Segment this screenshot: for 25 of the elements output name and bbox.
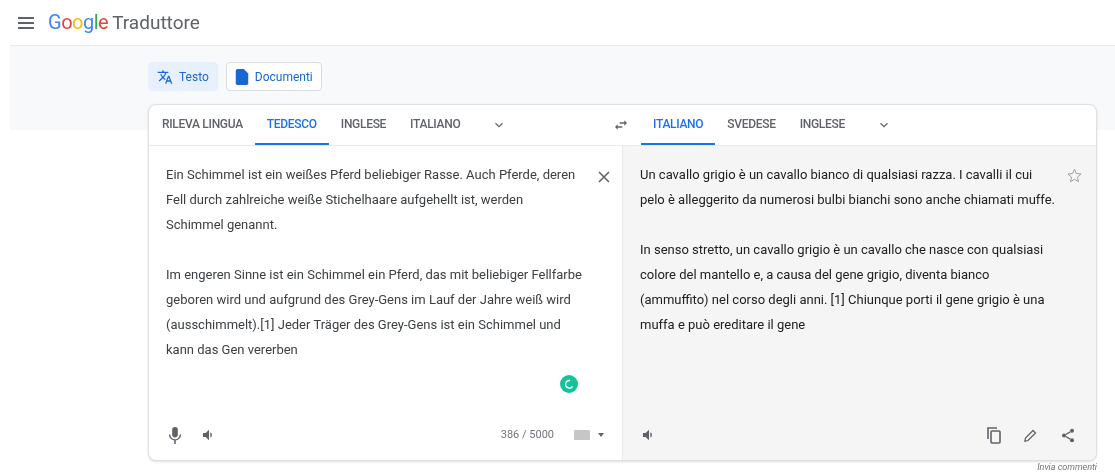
app-title: Traduttore bbox=[112, 10, 200, 37]
share-icon[interactable] bbox=[1060, 426, 1076, 444]
logo: Google bbox=[48, 9, 109, 37]
character-count: 386 / 5000 bbox=[500, 426, 554, 443]
close-icon[interactable] bbox=[598, 171, 610, 183]
language-tab[interactable]: SVEDESE bbox=[715, 105, 788, 145]
language-tab[interactable]: TEDESCO bbox=[254, 105, 329, 145]
menu-icon[interactable] bbox=[18, 16, 34, 29]
pencil-icon[interactable] bbox=[1023, 427, 1038, 443]
translate-icon bbox=[157, 68, 173, 85]
copy-icon[interactable] bbox=[987, 426, 1001, 444]
moon-icon bbox=[564, 379, 574, 389]
language-tab[interactable]: ITALIANO bbox=[398, 105, 473, 145]
document-icon bbox=[234, 68, 249, 85]
mode-button[interactable]: Testo bbox=[148, 62, 218, 91]
language-tab[interactable]: INGLESE bbox=[787, 105, 857, 145]
star-icon[interactable] bbox=[1067, 168, 1082, 183]
language-tab[interactable]: INGLESE bbox=[328, 105, 399, 145]
source-text-input[interactable]: Ein Schimmel ist ein weißes Pferd beliebiger Rasse. Auch Pferde, deren Fell durch zahlreiche weiße Stichelhaare aufgehellt ist, werden Schimmel genannt. Im engeren Sinne ist ein Schimmel ein Pferd, das mit beliebiger Fellfarbe geboren wird und aufgrund des Grey-Gens im Lauf der Jahre weiß wird (ausschimmelt).[1] Jeder Träger des Grey-Gens ist ein Schimmel und kann das Gen vererben bbox=[166, 162, 583, 362]
translation-text: Un cavallo grigio è un cavallo bianco di qualsiasi razza. I cavalli il cui pelo è alleggerito da numerosi bulbi bianchi sono anche chiamati muffe. In senso stretto, un cavallo grigio è un cavallo che nasce con qualsiasi colore del mantello e, a causa del gene grigio, diventa bianco (ammuffito) nel corso degli anni. [1] Chiunque porti il gene grigio è una muffa e può ereditare il gene bbox=[640, 166, 1056, 334]
caret-icon[interactable] bbox=[598, 433, 604, 437]
mode-button[interactable]: Documenti bbox=[225, 62, 322, 91]
language-tab[interactable]: RILEVA LINGUA bbox=[150, 105, 255, 145]
microphone-icon[interactable] bbox=[169, 426, 181, 444]
feedback-link[interactable]: Invia commenti bbox=[1037, 462, 1097, 472]
